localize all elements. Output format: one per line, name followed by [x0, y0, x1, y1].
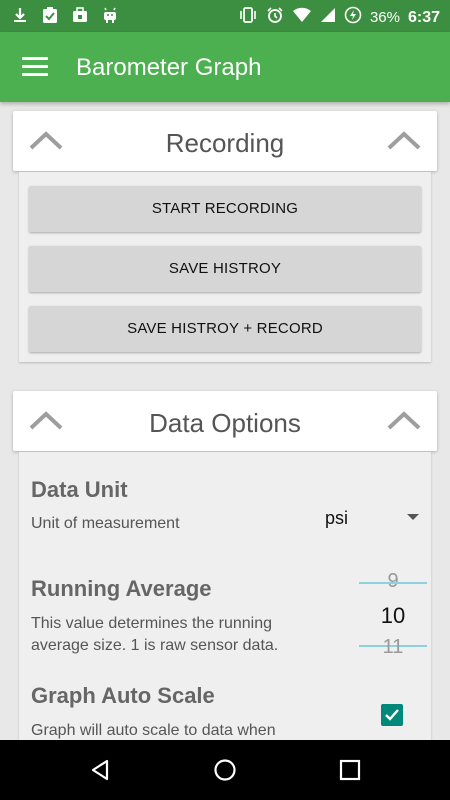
data-options-title: Data Options: [149, 408, 301, 438]
android-icon: [100, 6, 120, 26]
recording-body: START RECORDING SAVE HISTROY SAVE HISTRO…: [19, 172, 431, 362]
menu-icon[interactable]: [22, 57, 48, 77]
graph-auto-scale-subtitle: Graph will auto scale to data when: [31, 722, 276, 739]
graph-auto-scale-title: Graph Auto Scale: [31, 683, 215, 708]
download-icon: [10, 6, 30, 26]
start-recording-button[interactable]: START RECORDING: [29, 186, 421, 232]
data-unit-dropdown[interactable]: psi: [321, 500, 425, 536]
app-title: Barometer Graph: [76, 54, 262, 81]
chevron-up-icon[interactable]: [387, 409, 421, 431]
status-time: 6:37: [407, 9, 440, 26]
home-icon[interactable]: [213, 758, 237, 782]
picker-current-value[interactable]: 10: [359, 603, 427, 629]
recents-icon[interactable]: [338, 758, 362, 782]
recording-title: Recording: [165, 128, 285, 158]
save-history-button[interactable]: SAVE HISTROY: [29, 246, 421, 292]
signal-icon: [320, 7, 336, 29]
checkmark-icon: [385, 709, 399, 721]
graph-auto-scale-checkbox[interactable]: [381, 704, 403, 726]
data-options-body: Data Unit Unit of measurement psi Runnin…: [19, 452, 431, 740]
data-unit-subtitle: Unit of measurement: [31, 515, 180, 532]
clipboard-check-icon: [40, 6, 60, 26]
battery-saver-icon: [344, 6, 362, 30]
data-unit-value: psi: [325, 508, 349, 528]
running-average-title: Running Average: [31, 576, 212, 601]
status-bar: 36% 6:37: [0, 0, 450, 32]
battery-percent: 36%: [369, 9, 400, 26]
vibrate-icon: [238, 6, 258, 30]
running-average-subtitle-line1: This value determines the running: [31, 615, 273, 632]
chevron-up-icon[interactable]: [387, 129, 421, 151]
picker-divider-top: [359, 582, 427, 584]
dropdown-arrow-icon: [407, 514, 419, 520]
data-options-header[interactable]: Data Options: [13, 391, 437, 451]
picker-next-value[interactable]: 11: [359, 636, 427, 659]
recording-header[interactable]: Recording: [13, 111, 437, 171]
running-average-picker[interactable]: 9 10 11: [359, 567, 427, 667]
data-unit-title: Data Unit: [31, 477, 128, 502]
back-icon[interactable]: [88, 758, 112, 782]
save-history-record-button[interactable]: SAVE HISTROY + RECORD: [29, 306, 421, 352]
alarm-icon: [266, 6, 284, 30]
briefcase-icon: [70, 6, 90, 26]
navigation-bar: [0, 740, 450, 800]
running-average-subtitle-line2: average size. 1 is raw sensor data.: [31, 637, 279, 654]
wifi-icon: [292, 7, 312, 29]
app-bar: Barometer Graph: [0, 32, 450, 102]
